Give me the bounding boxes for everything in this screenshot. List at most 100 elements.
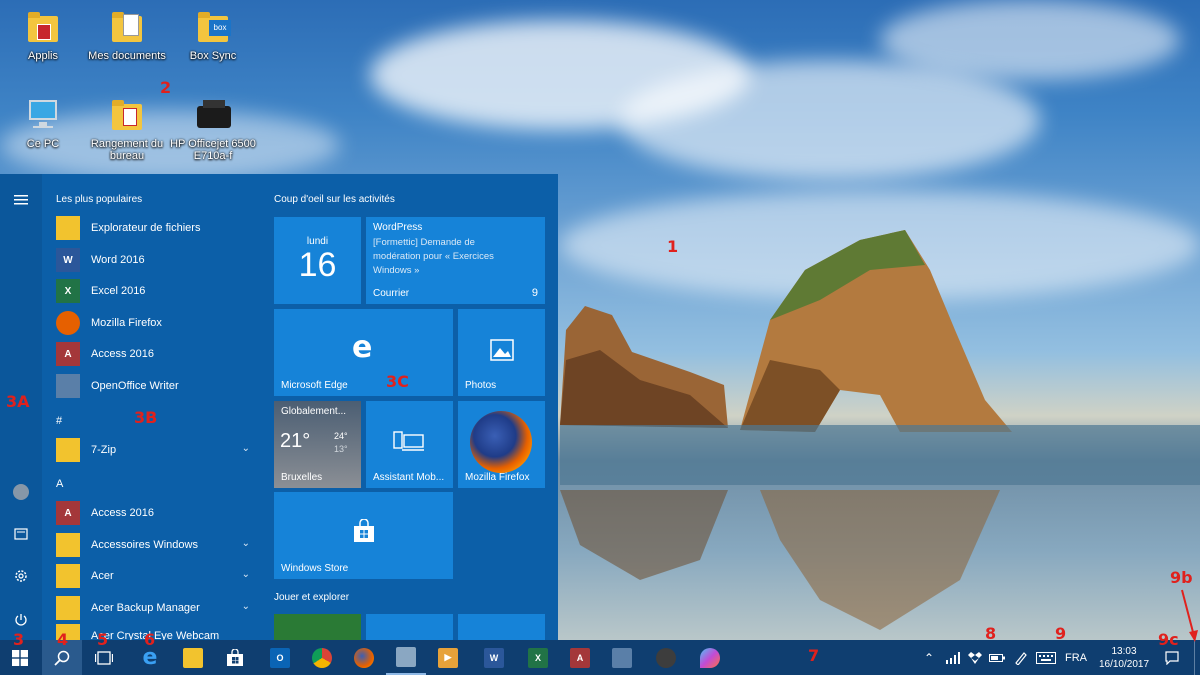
- app-folder-item[interactable]: 7-Zip ⌄: [56, 435, 256, 465]
- desktop-icon-mes-documents[interactable]: Mes documents: [84, 10, 170, 62]
- annotation-label: 3B: [134, 408, 158, 427]
- documents-folder-icon: [109, 10, 145, 48]
- explore-tile[interactable]: [366, 614, 453, 640]
- annotation-label: 5: [97, 630, 109, 649]
- start-menu: Les plus populaires Explorateur de fichi…: [0, 174, 558, 640]
- access-icon: A: [56, 342, 80, 366]
- openoffice-writer-icon: [56, 374, 80, 398]
- taskbar-app[interactable]: [344, 640, 384, 675]
- taskbar-app[interactable]: [602, 640, 642, 675]
- media-player-icon: ▶: [438, 647, 458, 668]
- language-indicator[interactable]: FRA: [1062, 640, 1090, 675]
- mail-count-badge: 9: [531, 287, 538, 299]
- taskbar-file-explorer[interactable]: [173, 640, 213, 675]
- most-used-item[interactable]: W Word 2016: [56, 245, 256, 275]
- desktop-icon-applis[interactable]: Applis: [0, 10, 86, 62]
- pen-ink-workspace-icon[interactable]: [1010, 640, 1032, 675]
- calendar-tile[interactable]: lundi 16: [274, 217, 361, 304]
- mail-sender: WordPress: [373, 222, 423, 233]
- taskbar-store[interactable]: [215, 640, 255, 675]
- photos-tile[interactable]: Photos: [458, 309, 545, 396]
- hamburger-menu-icon[interactable]: [0, 182, 42, 218]
- phone-assistant-tile[interactable]: Assistant Mob...: [366, 401, 453, 488]
- app-label: Explorateur de fichiers: [91, 222, 201, 234]
- user-icon[interactable]: [0, 474, 42, 510]
- taskbar-app[interactable]: A: [560, 640, 600, 675]
- word-icon: W: [56, 248, 80, 272]
- app-folder-item[interactable]: Acer ⌄: [56, 561, 256, 591]
- most-used-item[interactable]: A Access 2016: [56, 339, 256, 369]
- folder-icon: [56, 564, 80, 588]
- most-used-item[interactable]: Explorateur de fichiers: [56, 213, 256, 243]
- dropbox-icon[interactable]: [964, 640, 986, 675]
- desktop-icon-label: Mes documents: [88, 50, 166, 62]
- taskbar-app[interactable]: ▶: [428, 640, 468, 675]
- battery-icon[interactable]: [986, 640, 1008, 675]
- desktop-icon-rangement[interactable]: Rangement du bureau: [84, 98, 170, 162]
- desktop-icon-box-sync[interactable]: box Box Sync: [170, 10, 256, 62]
- group-letter[interactable]: #: [56, 415, 62, 427]
- settings-gear-icon[interactable]: [0, 558, 42, 594]
- firefox-icon: [470, 411, 532, 473]
- most-used-item[interactable]: X Excel 2016: [56, 276, 256, 306]
- mail-preview: [Formettic] Demande de modération pour «…: [373, 237, 494, 276]
- explore-tile[interactable]: [458, 614, 545, 640]
- most-used-item[interactable]: OpenOffice Writer: [56, 371, 256, 401]
- access-icon: A: [570, 647, 590, 668]
- play-explore-header: Jouer et explorer: [274, 592, 350, 603]
- app-folder-item[interactable]: Acer Backup Manager ⌄: [56, 593, 256, 623]
- chevron-down-icon[interactable]: ⌄: [242, 538, 250, 549]
- annotation-label: 9: [1055, 624, 1067, 643]
- desktop-icon-hp-printer[interactable]: HP Officejet 6500 E710a-f: [170, 98, 256, 162]
- annotation-label: 6: [144, 630, 156, 649]
- app-folder-item[interactable]: Accessoires Windows ⌄: [56, 530, 256, 560]
- weather-low: 13°: [334, 444, 348, 454]
- annotation-label: 1: [667, 237, 679, 256]
- taskbar-app[interactable]: X: [518, 640, 558, 675]
- annotation-label: 9b: [1170, 568, 1193, 587]
- app-label: Word 2016: [91, 254, 145, 266]
- documents-icon[interactable]: [0, 516, 42, 552]
- app-item[interactable]: A Access 2016: [56, 498, 256, 528]
- computer-icon: [25, 98, 61, 136]
- app-label: Excel 2016: [91, 285, 146, 297]
- annotation-label: 3A: [6, 392, 30, 411]
- touch-keyboard-icon[interactable]: [1034, 640, 1058, 675]
- mail-tile[interactable]: WordPress [Formettic] Demande de modérat…: [366, 217, 545, 304]
- weather-tile[interactable]: Globalement... 21° 24° 13° Bruxelles: [274, 401, 361, 488]
- clock[interactable]: 13:03 16/10/2017: [1094, 640, 1154, 675]
- taskbar-app[interactable]: [690, 640, 730, 675]
- taskbar-app[interactable]: O: [260, 640, 300, 675]
- store-bag-icon: [227, 648, 243, 666]
- taskbar-app[interactable]: [302, 640, 342, 675]
- show-hidden-icons-chevron-up-icon[interactable]: ⌃: [918, 640, 940, 675]
- edge-icon: e: [352, 330, 373, 365]
- store-tile[interactable]: Windows Store: [274, 492, 453, 579]
- webcam-icon: [656, 647, 676, 668]
- app-label: Access 2016: [91, 507, 154, 519]
- folder-icon: [56, 533, 80, 557]
- taskbar-app[interactable]: [646, 640, 686, 675]
- network-icon[interactable]: [942, 640, 964, 675]
- group-letter[interactable]: A: [56, 478, 63, 490]
- taskbar-app[interactable]: W: [474, 640, 514, 675]
- game-tile[interactable]: [274, 614, 361, 640]
- taskbar-app[interactable]: [386, 640, 426, 675]
- file-explorer-icon: [56, 216, 80, 240]
- desktop-icon-ce-pc[interactable]: Ce PC: [0, 98, 86, 150]
- excel-icon: X: [528, 647, 548, 668]
- chevron-down-icon[interactable]: ⌄: [242, 569, 250, 580]
- most-used-item[interactable]: Mozilla Firefox: [56, 308, 256, 338]
- annotation-label: 3C: [386, 372, 409, 391]
- chevron-down-icon[interactable]: ⌄: [242, 601, 250, 612]
- access-icon: A: [56, 501, 80, 525]
- excel-icon: X: [56, 279, 80, 303]
- pdf-file-icon: [109, 98, 145, 136]
- most-used-header: Les plus populaires: [56, 194, 143, 205]
- edge-tile[interactable]: e Microsoft Edge: [274, 309, 453, 396]
- app-folder-item[interactable]: Acer Crystal Eye Webcam: [56, 624, 256, 640]
- app-label: Access 2016: [91, 348, 154, 360]
- firefox-tile[interactable]: Mozilla Firefox: [458, 401, 545, 488]
- chevron-down-icon[interactable]: ⌄: [242, 443, 250, 454]
- app-label: 7-Zip: [91, 444, 117, 456]
